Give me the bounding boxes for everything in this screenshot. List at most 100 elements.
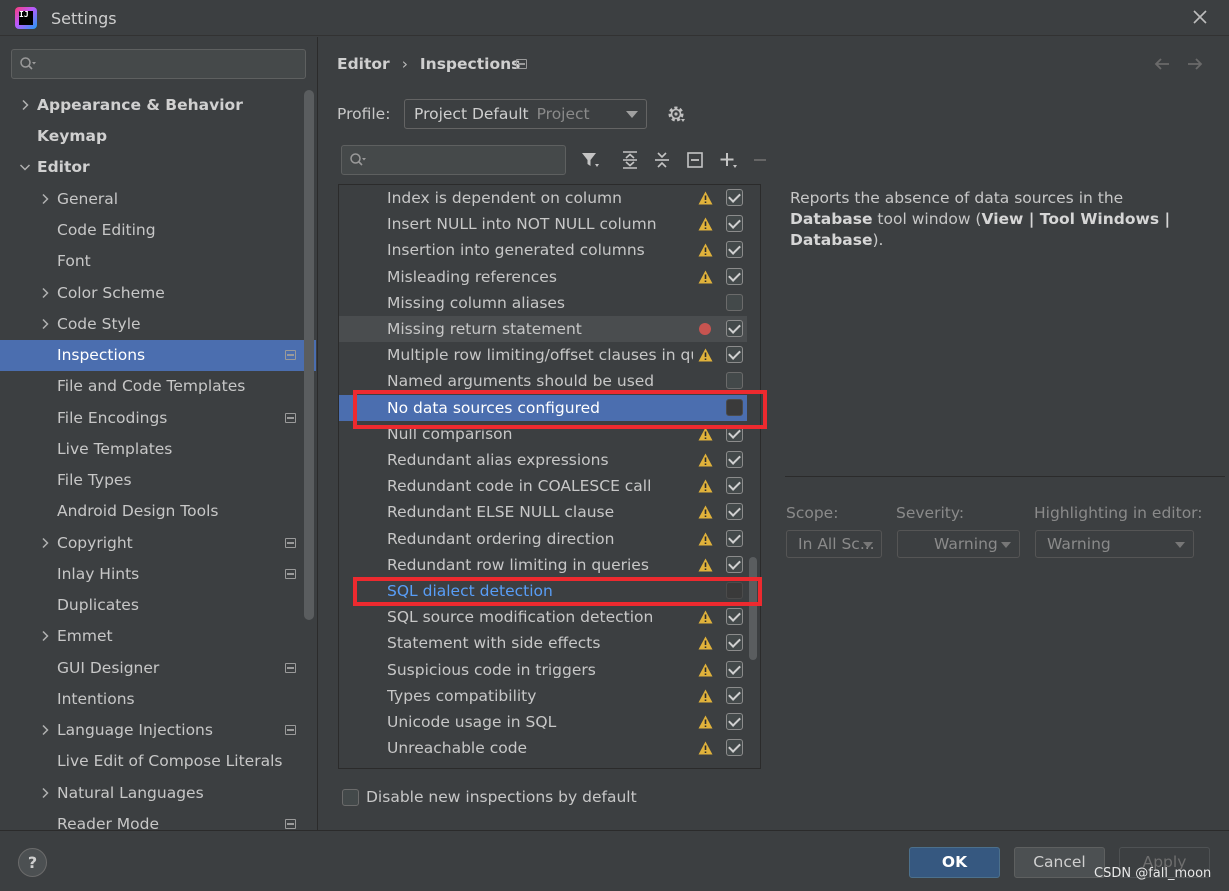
- inspection-row[interactable]: Redundant row limiting in queries: [339, 552, 747, 578]
- filter-icon[interactable]: [580, 150, 600, 170]
- inspection-row[interactable]: Named arguments should be used: [339, 368, 747, 394]
- scope-select[interactable]: In All Sc...: [786, 530, 882, 558]
- sidebar-item-natural-languages[interactable]: Natural Languages: [0, 778, 316, 809]
- chevron-right-icon[interactable]: [19, 99, 31, 111]
- inspection-row[interactable]: SQL source modification detection: [339, 604, 747, 630]
- chevron-right-icon[interactable]: [39, 193, 51, 205]
- inspection-row[interactable]: No data sources configured: [339, 394, 747, 421]
- inspection-row[interactable]: Unicode usage in SQL: [339, 709, 747, 735]
- inspection-enabled-checkbox[interactable]: [726, 346, 743, 364]
- inspection-row[interactable]: Suspicious code in triggers: [339, 657, 747, 683]
- close-icon[interactable]: [1191, 8, 1209, 26]
- arrow-left-icon[interactable]: [1152, 54, 1172, 74]
- inspection-enabled-checkbox[interactable]: [726, 451, 743, 468]
- inspection-row[interactable]: Statement with side effects: [339, 630, 747, 656]
- inspection-row[interactable]: Missing return statement: [339, 316, 747, 342]
- inspection-enabled-checkbox[interactable]: [726, 189, 743, 206]
- inspection-row[interactable]: SQL dialect detection: [339, 578, 747, 604]
- sidebar-item-copyright[interactable]: Copyright: [0, 528, 316, 559]
- remove-icon[interactable]: [751, 150, 771, 170]
- inspection-enabled-checkbox[interactable]: [726, 503, 743, 521]
- inspection-enabled-checkbox[interactable]: [726, 713, 743, 730]
- sidebar-item-intentions[interactable]: Intentions: [0, 684, 316, 715]
- expand-all-icon[interactable]: [620, 150, 640, 170]
- inspection-row[interactable]: Redundant ordering direction: [339, 526, 747, 552]
- sidebar-item-file-types[interactable]: File Types: [0, 465, 316, 496]
- inspection-row[interactable]: Redundant code in COALESCE call: [339, 473, 747, 499]
- sidebar-item-font[interactable]: Font: [0, 246, 316, 277]
- sidebar-item-duplicates[interactable]: Duplicates: [0, 590, 316, 621]
- inspection-enabled-checkbox[interactable]: [726, 320, 743, 337]
- inspections-scrollbar[interactable]: [749, 557, 757, 660]
- inspection-enabled-checkbox[interactable]: [726, 555, 743, 573]
- inspection-enabled-checkbox[interactable]: [726, 424, 743, 442]
- chevron-right-icon[interactable]: [39, 318, 51, 330]
- inspection-enabled-checkbox[interactable]: [726, 215, 743, 233]
- severity-select[interactable]: Warning: [897, 530, 1020, 558]
- inspection-row[interactable]: Missing column aliases: [339, 290, 747, 316]
- inspection-enabled-checkbox[interactable]: [726, 739, 743, 757]
- sidebar-item-file-and-code-templates[interactable]: File and Code Templates: [0, 371, 316, 402]
- sidebar-item-code-style[interactable]: Code Style: [0, 309, 316, 340]
- inspection-enabled-checkbox[interactable]: [726, 372, 743, 390]
- chevron-right-icon[interactable]: [39, 287, 51, 299]
- sidebar-item-inspections[interactable]: Inspections: [0, 340, 316, 371]
- chevron-right-icon[interactable]: [39, 724, 51, 736]
- inspections-search-input[interactable]: [341, 145, 566, 175]
- sidebar-item-appearance-behavior[interactable]: Appearance & Behavior: [0, 90, 316, 121]
- inspection-enabled-checkbox[interactable]: [726, 686, 743, 704]
- sidebar-item-file-encodings[interactable]: File Encodings: [0, 403, 316, 434]
- inspection-row[interactable]: Null comparison: [339, 421, 747, 447]
- inspection-row[interactable]: Types compatibility: [339, 683, 747, 709]
- inspection-enabled-checkbox[interactable]: [726, 608, 743, 626]
- chevron-right-icon[interactable]: [39, 787, 51, 799]
- inspection-enabled-checkbox[interactable]: [726, 582, 743, 599]
- chevron-right-icon[interactable]: [39, 537, 51, 549]
- sidebar-item-language-injections[interactable]: Language Injections: [0, 715, 316, 746]
- inspection-enabled-checkbox[interactable]: [726, 293, 743, 311]
- sidebar-item-keymap[interactable]: Keymap: [0, 121, 316, 152]
- disable-new-inspections-checkbox[interactable]: [342, 789, 359, 806]
- chevron-right-icon[interactable]: [39, 630, 51, 642]
- help-button[interactable]: ?: [18, 848, 47, 877]
- sidebar-item-live-edit-of-compose-literals[interactable]: Live Edit of Compose Literals: [0, 746, 316, 777]
- disable-new-inspections-label[interactable]: Disable new inspections by default: [366, 788, 637, 806]
- sidebar-item-live-templates[interactable]: Live Templates: [0, 434, 316, 465]
- arrow-right-icon[interactable]: [1185, 54, 1205, 74]
- inspection-row[interactable]: Redundant alias expressions: [339, 447, 747, 473]
- sidebar-item-gui-designer[interactable]: GUI Designer: [0, 653, 316, 684]
- inspection-row[interactable]: Unreachable code: [339, 735, 747, 761]
- inspection-row[interactable]: Insert NULL into NOT NULL column: [339, 211, 747, 237]
- sidebar-item-general[interactable]: General: [0, 184, 316, 215]
- gear-icon[interactable]: [666, 104, 686, 124]
- sidebar-item-code-editing[interactable]: Code Editing: [0, 215, 316, 246]
- sidebar-search-input[interactable]: [11, 49, 306, 79]
- profile-select[interactable]: Project Default Project: [404, 99, 647, 129]
- inspection-row[interactable]: Insertion into generated columns: [339, 237, 747, 263]
- inspection-enabled-checkbox[interactable]: [726, 529, 743, 547]
- inspection-row[interactable]: Index is dependent on column: [339, 185, 747, 211]
- sidebar-item-inlay-hints[interactable]: Inlay Hints: [0, 559, 316, 590]
- breadcrumb-parent[interactable]: Editor: [337, 55, 390, 73]
- collapse-all-icon[interactable]: [652, 150, 672, 170]
- sidebar-scrollbar[interactable]: [304, 90, 314, 620]
- ok-button[interactable]: OK: [909, 847, 1000, 878]
- inspection-enabled-checkbox[interactable]: [726, 398, 743, 416]
- inspection-enabled-checkbox[interactable]: [726, 267, 743, 285]
- inspection-enabled-checkbox[interactable]: [726, 660, 743, 678]
- sidebar-item-editor[interactable]: Editor: [0, 152, 316, 183]
- reset-to-default-icon[interactable]: [685, 150, 705, 170]
- chevron-down-icon[interactable]: [19, 161, 31, 173]
- sidebar-item-color-scheme[interactable]: Color Scheme: [0, 278, 316, 309]
- sidebar-item-reader-mode[interactable]: Reader Mode: [0, 809, 316, 830]
- inspection-row[interactable]: Multiple row limiting/offset clauses in …: [339, 342, 747, 368]
- inspection-row[interactable]: Misleading references: [339, 264, 747, 290]
- inspection-enabled-checkbox[interactable]: [726, 477, 743, 495]
- add-icon[interactable]: [718, 150, 738, 170]
- cancel-button[interactable]: Cancel: [1014, 847, 1105, 878]
- sidebar-item-emmet[interactable]: Emmet: [0, 621, 316, 652]
- inspection-row[interactable]: Redundant ELSE NULL clause: [339, 499, 747, 525]
- inspection-enabled-checkbox[interactable]: [726, 634, 743, 652]
- inspection-enabled-checkbox[interactable]: [726, 241, 743, 259]
- highlighting-select[interactable]: Warning: [1035, 530, 1194, 558]
